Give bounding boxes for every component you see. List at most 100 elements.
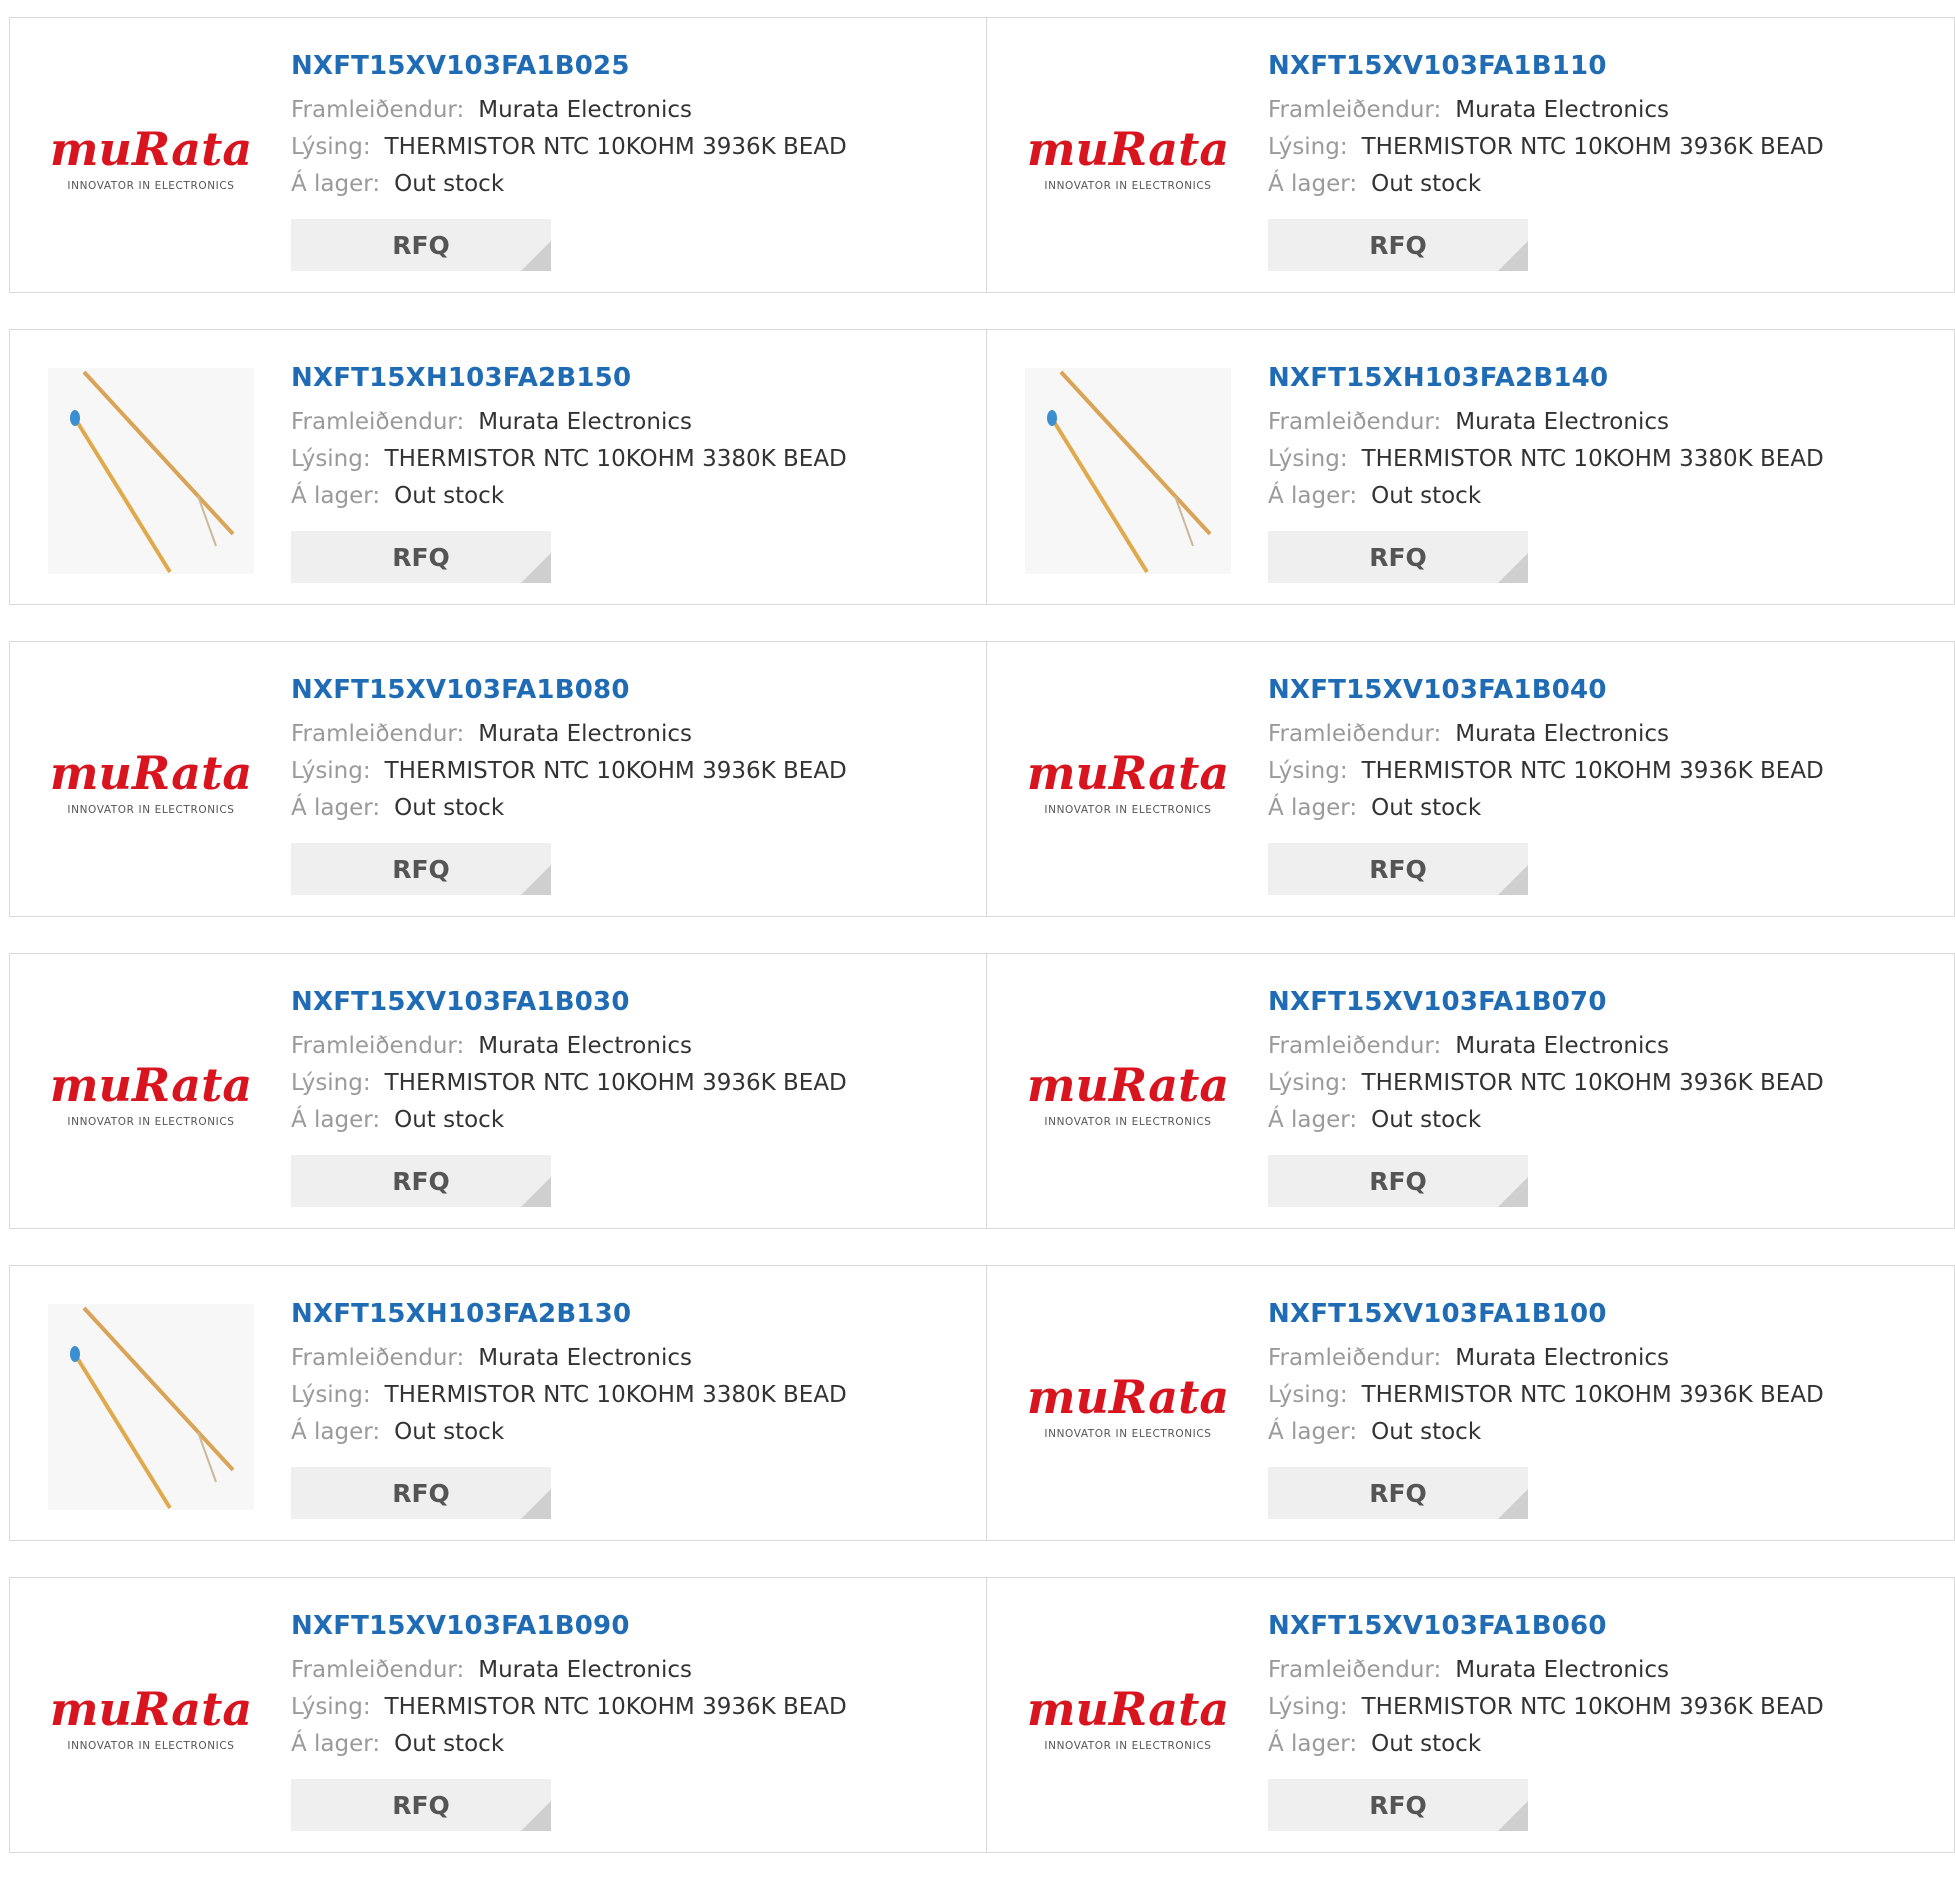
logo-wordmark: muRata <box>1027 746 1229 800</box>
murata-logo-icon: muRata INNOVATOR IN ELECTRONICS <box>1027 1370 1229 1440</box>
corner-triangle-icon <box>1498 1489 1528 1519</box>
product-card: NXFT15XH103FA2B140 Framleiðendur: Murata … <box>987 329 1955 605</box>
stock-row: Á lager: Out stock <box>291 1414 976 1451</box>
product-image[interactable]: muRata INNOVATOR IN ELECTRONICS <box>1025 56 1231 262</box>
rfq-button-label: RFQ <box>392 542 450 572</box>
rfq-button[interactable]: RFQ <box>1268 843 1528 895</box>
thermistor-photo-icon <box>48 368 254 574</box>
manufacturer-row: Framleiðendur: Murata Electronics <box>1268 1340 1944 1377</box>
product-image[interactable]: muRata INNOVATOR IN ELECTRONICS <box>1025 992 1231 1198</box>
product-image[interactable]: muRata INNOVATOR IN ELECTRONICS <box>1025 1616 1231 1822</box>
description-label: Lýsing: <box>291 1694 371 1720</box>
rfq-button[interactable]: RFQ <box>1268 1155 1528 1207</box>
description-value: THERMISTOR NTC 10KOHM 3380K BEAD <box>384 446 847 472</box>
corner-triangle-icon <box>521 1177 551 1207</box>
description-value: THERMISTOR NTC 10KOHM 3936K BEAD <box>1361 1694 1824 1720</box>
description-value: THERMISTOR NTC 10KOHM 3380K BEAD <box>384 1382 847 1408</box>
logo-wordmark: muRata <box>1027 122 1229 176</box>
stock-row: Á lager: Out stock <box>1268 790 1944 827</box>
rfq-button[interactable]: RFQ <box>291 1155 551 1207</box>
product-image[interactable]: muRata INNOVATOR IN ELECTRONICS <box>48 1616 254 1822</box>
stock-value: Out stock <box>394 795 505 821</box>
logo-tagline: INNOVATOR IN ELECTRONICS <box>67 1740 234 1752</box>
description-value: THERMISTOR NTC 10KOHM 3936K BEAD <box>384 1694 847 1720</box>
manufacturer-row: Framleiðendur: Murata Electronics <box>1268 1028 1944 1065</box>
logo-wordmark: muRata <box>50 1058 252 1112</box>
product-part-number-link[interactable]: NXFT15XV103FA1B060 <box>1268 1608 1944 1644</box>
rfq-button[interactable]: RFQ <box>291 219 551 271</box>
product-image[interactable]: muRata INNOVATOR IN ELECTRONICS <box>1025 680 1231 886</box>
product-info: NXFT15XH103FA2B150 Framleiðendur: Murata … <box>291 360 976 515</box>
rfq-button[interactable]: RFQ <box>291 1467 551 1519</box>
rfq-button[interactable]: RFQ <box>1268 531 1528 583</box>
rfq-button[interactable]: RFQ <box>291 1779 551 1831</box>
description-row: Lýsing: THERMISTOR NTC 10KOHM 3380K BEAD <box>291 441 976 478</box>
logo-tagline: INNOVATOR IN ELECTRONICS <box>67 1116 234 1128</box>
stock-row: Á lager: Out stock <box>1268 478 1944 515</box>
description-value: THERMISTOR NTC 10KOHM 3936K BEAD <box>384 134 847 160</box>
rfq-button-label: RFQ <box>392 1166 450 1196</box>
manufacturer-value: Murata Electronics <box>1455 1657 1669 1683</box>
stock-label: Á lager: <box>1268 795 1358 821</box>
stock-value: Out stock <box>394 483 505 509</box>
product-image[interactable]: muRata INNOVATOR IN ELECTRONICS <box>1025 1304 1231 1510</box>
product-info: NXFT15XH103FA2B140 Framleiðendur: Murata … <box>1268 360 1944 515</box>
rfq-button[interactable]: RFQ <box>1268 1467 1528 1519</box>
product-card: NXFT15XH103FA2B130 Framleiðendur: Murata … <box>9 1265 987 1541</box>
rfq-button[interactable]: RFQ <box>1268 1779 1528 1831</box>
product-part-number-link[interactable]: NXFT15XH103FA2B130 <box>291 1296 976 1332</box>
product-part-number-link[interactable]: NXFT15XV103FA1B090 <box>291 1608 976 1644</box>
product-info: NXFT15XV103FA1B110 Framleiðendur: Murata … <box>1268 48 1944 203</box>
product-row: muRata INNOVATOR IN ELECTRONICS NXFT15XV1… <box>9 17 1955 293</box>
product-part-number-link[interactable]: NXFT15XH103FA2B140 <box>1268 360 1944 396</box>
rfq-button-label: RFQ <box>392 230 450 260</box>
product-image[interactable]: muRata INNOVATOR IN ELECTRONICS <box>48 56 254 262</box>
corner-triangle-icon <box>521 1489 551 1519</box>
stock-row: Á lager: Out stock <box>1268 166 1944 203</box>
product-image[interactable] <box>48 368 254 574</box>
stock-value: Out stock <box>1371 795 1482 821</box>
product-part-number-link[interactable]: NXFT15XV103FA1B070 <box>1268 984 1944 1020</box>
murata-logo-icon: muRata INNOVATOR IN ELECTRONICS <box>1027 122 1229 192</box>
product-part-number-link[interactable]: NXFT15XV103FA1B030 <box>291 984 976 1020</box>
stock-value: Out stock <box>1371 171 1482 197</box>
product-image[interactable] <box>48 1304 254 1510</box>
product-card: NXFT15XH103FA2B150 Framleiðendur: Murata … <box>9 329 987 605</box>
product-card: muRata INNOVATOR IN ELECTRONICS NXFT15XV1… <box>987 1577 1955 1853</box>
product-part-number-link[interactable]: NXFT15XV103FA1B080 <box>291 672 976 708</box>
stock-label: Á lager: <box>291 171 381 197</box>
product-part-number-link[interactable]: NXFT15XH103FA2B150 <box>291 360 976 396</box>
product-part-number-link[interactable]: NXFT15XV103FA1B100 <box>1268 1296 1944 1332</box>
manufacturer-value: Murata Electronics <box>478 1345 692 1371</box>
rfq-button[interactable]: RFQ <box>291 531 551 583</box>
manufacturer-value: Murata Electronics <box>1455 409 1669 435</box>
product-part-number-link[interactable]: NXFT15XV103FA1B040 <box>1268 672 1944 708</box>
logo-tagline: INNOVATOR IN ELECTRONICS <box>1044 1740 1211 1752</box>
description-label: Lýsing: <box>1268 134 1348 160</box>
logo-tagline: INNOVATOR IN ELECTRONICS <box>67 804 234 816</box>
product-row: muRata INNOVATOR IN ELECTRONICS NXFT15XV1… <box>9 641 1955 917</box>
manufacturer-label: Framleiðendur: <box>1268 409 1442 435</box>
rfq-button[interactable]: RFQ <box>291 843 551 895</box>
rfq-button-label: RFQ <box>1369 854 1427 884</box>
manufacturer-row: Framleiðendur: Murata Electronics <box>291 404 976 441</box>
manufacturer-value: Murata Electronics <box>478 409 692 435</box>
murata-logo-icon: muRata INNOVATOR IN ELECTRONICS <box>1027 746 1229 816</box>
rfq-button-label: RFQ <box>1369 1166 1427 1196</box>
stock-label: Á lager: <box>291 1419 381 1445</box>
corner-triangle-icon <box>1498 1177 1528 1207</box>
rfq-button[interactable]: RFQ <box>1268 219 1528 271</box>
manufacturer-value: Murata Electronics <box>478 97 692 123</box>
product-part-number-link[interactable]: NXFT15XV103FA1B110 <box>1268 48 1944 84</box>
description-label: Lýsing: <box>1268 1070 1348 1096</box>
murata-logo-icon: muRata INNOVATOR IN ELECTRONICS <box>50 1682 252 1752</box>
manufacturer-label: Framleiðendur: <box>291 1033 465 1059</box>
product-part-number-link[interactable]: NXFT15XV103FA1B025 <box>291 48 976 84</box>
stock-label: Á lager: <box>1268 1731 1358 1757</box>
product-image[interactable]: muRata INNOVATOR IN ELECTRONICS <box>48 680 254 886</box>
manufacturer-label: Framleiðendur: <box>1268 1657 1442 1683</box>
product-image[interactable]: muRata INNOVATOR IN ELECTRONICS <box>48 992 254 1198</box>
product-image[interactable] <box>1025 368 1231 574</box>
product-row: muRata INNOVATOR IN ELECTRONICS NXFT15XV1… <box>9 953 1955 1229</box>
stock-value: Out stock <box>394 1419 505 1445</box>
